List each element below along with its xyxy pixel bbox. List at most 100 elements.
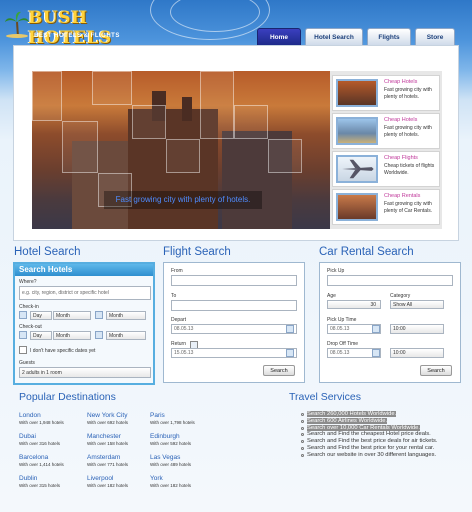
depart-date-input[interactable]: 08.05.13: [171, 324, 297, 334]
calendar-icon[interactable]: [95, 331, 103, 339]
guests-label: Guests: [19, 360, 35, 366]
category-select[interactable]: Show All: [390, 300, 444, 309]
destination-city[interactable]: Amsterdam: [87, 454, 147, 461]
offer-text: Fast growing city with plenty of hotels.: [384, 87, 432, 100]
tab-hotel-search[interactable]: Hotel Search: [305, 28, 363, 45]
calendar-icon[interactable]: [19, 311, 27, 319]
calendar-icon[interactable]: [19, 331, 27, 339]
destination-item[interactable]: Manchester With over 158 hotels: [87, 433, 147, 446]
calendar-icon[interactable]: [95, 311, 103, 319]
bullet-icon: [301, 433, 304, 437]
checkin-label: Check-in: [19, 304, 39, 310]
destination-hotel-count: With over 158 hotels: [87, 441, 129, 446]
offer-card[interactable]: Cheap Hotels Fast growing city with plen…: [332, 75, 440, 111]
from-input[interactable]: [171, 275, 297, 286]
offer-title: Cheap Hotels: [384, 79, 418, 85]
destination-item[interactable]: London With over 1,948 hotels: [19, 412, 79, 425]
tab-home[interactable]: Home: [257, 28, 301, 45]
checkin-day-select[interactable]: Day: [30, 311, 52, 320]
offer-thumbnail: [336, 193, 378, 221]
pickup-time-select[interactable]: 10:00: [390, 324, 444, 334]
to-input[interactable]: [171, 300, 297, 311]
no-dates-checkbox[interactable]: [19, 346, 27, 354]
travel-services-list: Search 260,000 Hotels Worldwide. Search …: [301, 411, 461, 459]
tab-flights[interactable]: Flights: [367, 28, 411, 45]
popular-destinations-heading: Popular Destinations: [19, 391, 116, 403]
flight-search-button[interactable]: Search: [263, 365, 295, 376]
checkin-month-select[interactable]: Month: [53, 311, 91, 320]
destination-city[interactable]: Dubai: [19, 433, 79, 440]
destination-item[interactable]: Paris With over 1,798 hotels: [150, 412, 210, 425]
return-label: Return: [171, 341, 187, 347]
hotel-search-form: Search Hotels Where? e.g. city, region, …: [13, 262, 155, 385]
from-label: From: [171, 268, 183, 274]
destination-hotel-count: With over 1,948 hotels: [19, 420, 64, 425]
destination-item[interactable]: Liverpool With over 182 hotels: [87, 475, 147, 488]
destination-city[interactable]: London: [19, 412, 79, 419]
no-dates-label: I don't have specific dates yet: [30, 348, 96, 354]
calendar-icon[interactable]: [286, 349, 294, 357]
checkout-month-select[interactable]: Month: [106, 331, 146, 340]
destination-item[interactable]: New York City With over 692 hotels: [87, 412, 147, 425]
service-item: Search and Find the best price for your …: [301, 445, 461, 452]
destination-city[interactable]: New York City: [87, 412, 147, 419]
offer-text: Fast growing city with plenty of Car Ren…: [384, 201, 433, 214]
logo-tagline: BEST HOTELS & FLIGHTS: [34, 33, 120, 39]
destination-item[interactable]: Dubai With over 316 hotels: [19, 433, 79, 446]
destination-city[interactable]: Manchester: [87, 433, 147, 440]
destination-city[interactable]: Las Vegas: [150, 454, 210, 461]
bullet-icon: [301, 413, 304, 416]
hero-caption: Fast growing city with plenty of hotels.: [104, 191, 262, 209]
destination-hotel-count: With over 315 hotels: [19, 483, 61, 488]
guests-select[interactable]: 2 adults in 1 room: [19, 367, 151, 378]
dropoff-time-select[interactable]: 10:00: [390, 348, 444, 358]
calendar-icon[interactable]: [372, 349, 380, 357]
calendar-icon[interactable]: [372, 325, 380, 333]
depart-label: Depart: [171, 317, 187, 323]
checkin-month-select[interactable]: Month: [106, 311, 146, 320]
destination-item[interactable]: Las Vegas With over 489 hotels: [150, 454, 210, 467]
service-text: Search 260,000 Hotels Worldwide.: [307, 411, 397, 417]
offer-thumbnail: [336, 117, 378, 145]
destination-input[interactable]: e.g. city, region, district or specific …: [19, 286, 151, 300]
service-text: Search our website in over 30 different …: [307, 451, 437, 458]
destination-city[interactable]: Barcelona: [19, 454, 79, 461]
offer-card[interactable]: Cheap Flights Cheap tickets of flights W…: [332, 151, 440, 187]
destination-hotel-count: With over 182 hotels: [87, 483, 129, 488]
tab-store[interactable]: Store: [415, 28, 455, 45]
service-item: Search our website in over 30 different …: [301, 452, 461, 459]
destination-city[interactable]: Edinburgh: [150, 433, 210, 440]
bullet-icon: [301, 446, 304, 450]
offer-card[interactable]: Cheap Rentals Fast growing city with ple…: [332, 189, 440, 225]
destination-city[interactable]: Liverpool: [87, 475, 147, 482]
destination-item[interactable]: Dublin With over 315 hotels: [19, 475, 79, 488]
checkout-day-select[interactable]: Day: [30, 331, 52, 340]
offer-thumbnail: [336, 79, 378, 107]
destination-city[interactable]: Paris: [150, 412, 210, 419]
pickup-time-label: Pick Up Time: [327, 317, 357, 323]
site-logo[interactable]: BUSH HOTELS BEST HOTELS & FLIGHTS: [4, 6, 154, 48]
car-rental-form: Pick Up Age 30 Category Show All Pick Up…: [319, 262, 461, 383]
checkout-month-select[interactable]: Month: [53, 331, 91, 340]
destination-hotel-count: With over 1,798 hotels: [150, 420, 195, 425]
hero-slideshow[interactable]: Fast growing city with plenty of hotels.: [32, 71, 330, 229]
destination-item[interactable]: York With over 182 hotels: [150, 475, 210, 488]
destination-city[interactable]: Dublin: [19, 475, 79, 482]
category-label: Category: [390, 293, 411, 299]
calendar-icon[interactable]: [286, 325, 294, 333]
dropoff-time-label: Drop Off Time: [327, 341, 359, 347]
destination-item[interactable]: Barcelona With over 1,414 hotels: [19, 454, 79, 467]
offer-card[interactable]: Cheap Hotels Fast growing city with plen…: [332, 113, 440, 149]
age-select[interactable]: 30: [327, 300, 381, 309]
destination-item[interactable]: Amsterdam With over 771 hotels: [87, 454, 147, 467]
destination-hotel-count: With over 316 hotels: [19, 441, 61, 446]
pickup-label: Pick Up: [327, 268, 345, 274]
destination-item[interactable]: Edinburgh With over 592 hotels: [150, 433, 210, 446]
return-date-input[interactable]: 15.05.13: [171, 348, 297, 358]
pickup-location-input[interactable]: [327, 275, 453, 286]
hotel-search-heading: Hotel Search: [14, 246, 81, 258]
car-search-button[interactable]: Search: [420, 365, 452, 376]
destination-city[interactable]: York: [150, 475, 210, 482]
service-item: Search and Find the best price deals for…: [301, 438, 461, 445]
car-rental-heading: Car Rental Search: [319, 246, 414, 258]
